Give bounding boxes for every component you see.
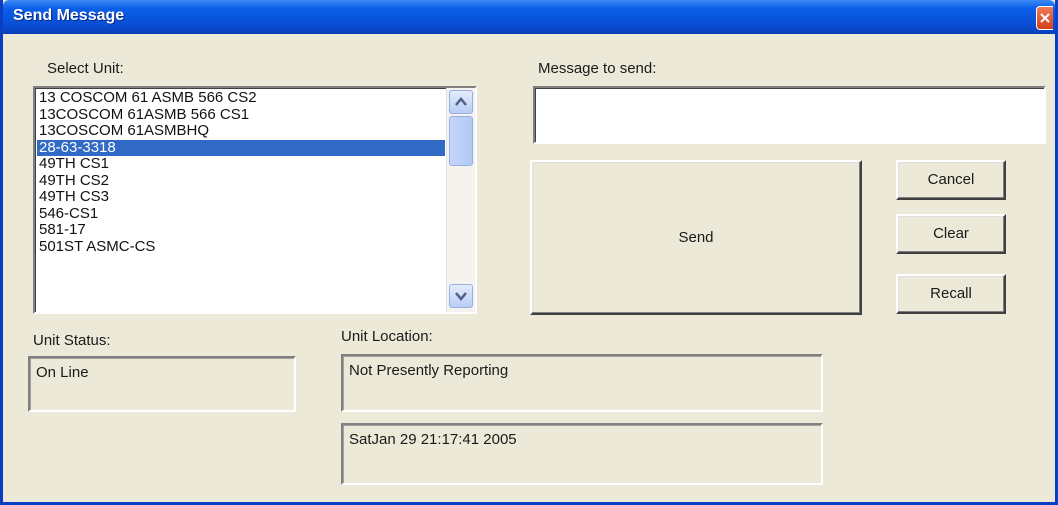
unit-list: 13 COSCOM 61 ASMB 566 CS2 13COSCOM 61ASMB… xyxy=(37,90,445,255)
unit-list-item[interactable]: 501ST ASMC-CS xyxy=(37,239,445,256)
unit-location-label: Unit Location: xyxy=(341,328,433,345)
unit-list-item[interactable]: 49TH CS1 xyxy=(37,156,445,173)
select-unit-label: Select Unit: xyxy=(47,60,124,77)
unit-list-item[interactable]: 546-CS1 xyxy=(37,206,445,223)
message-label: Message to send: xyxy=(538,60,657,77)
unit-list-item[interactable]: 581-17 xyxy=(37,222,445,239)
message-input[interactable] xyxy=(533,86,1046,144)
clear-button[interactable]: Clear xyxy=(896,214,1006,254)
scroll-down-button[interactable] xyxy=(449,284,473,308)
scroll-thumb[interactable] xyxy=(449,116,473,166)
recall-button[interactable]: Recall xyxy=(896,274,1006,314)
scroll-down-icon xyxy=(455,292,467,301)
scroll-up-icon xyxy=(455,97,467,106)
unit-listbox[interactable]: 13 COSCOM 61 ASMB 566 CS2 13COSCOM 61ASMB… xyxy=(33,86,477,314)
cancel-button[interactable]: Cancel xyxy=(896,160,1006,200)
send-message-window: Send Message Select Unit: 13 COSCOM 61 A… xyxy=(0,0,1058,505)
unit-list-item[interactable]: 13 COSCOM 61 ASMB 566 CS2 xyxy=(37,90,445,107)
close-icon xyxy=(1040,13,1050,23)
unit-list-item[interactable]: 13COSCOM 61ASMBHQ xyxy=(37,123,445,140)
unit-list-item[interactable]: 49TH CS2 xyxy=(37,173,445,190)
unit-location-timestamp: SatJan 29 21:17:41 2005 xyxy=(341,423,823,485)
title-bar[interactable]: Send Message xyxy=(3,0,1055,34)
send-button[interactable]: Send xyxy=(530,160,862,315)
unit-list-item[interactable]: 28-63-3318 xyxy=(37,139,445,156)
window-title: Send Message xyxy=(13,7,125,24)
unit-list-scrollbar[interactable] xyxy=(446,88,475,312)
unit-list-item[interactable]: 49TH CS3 xyxy=(37,189,445,206)
scroll-up-button[interactable] xyxy=(449,90,473,114)
close-button[interactable] xyxy=(1036,6,1053,30)
unit-location-value: Not Presently Reporting xyxy=(341,354,823,412)
unit-list-item[interactable]: 13COSCOM 61ASMB 566 CS1 xyxy=(37,107,445,124)
unit-status-value: On Line xyxy=(28,356,296,412)
unit-status-label: Unit Status: xyxy=(33,332,111,349)
